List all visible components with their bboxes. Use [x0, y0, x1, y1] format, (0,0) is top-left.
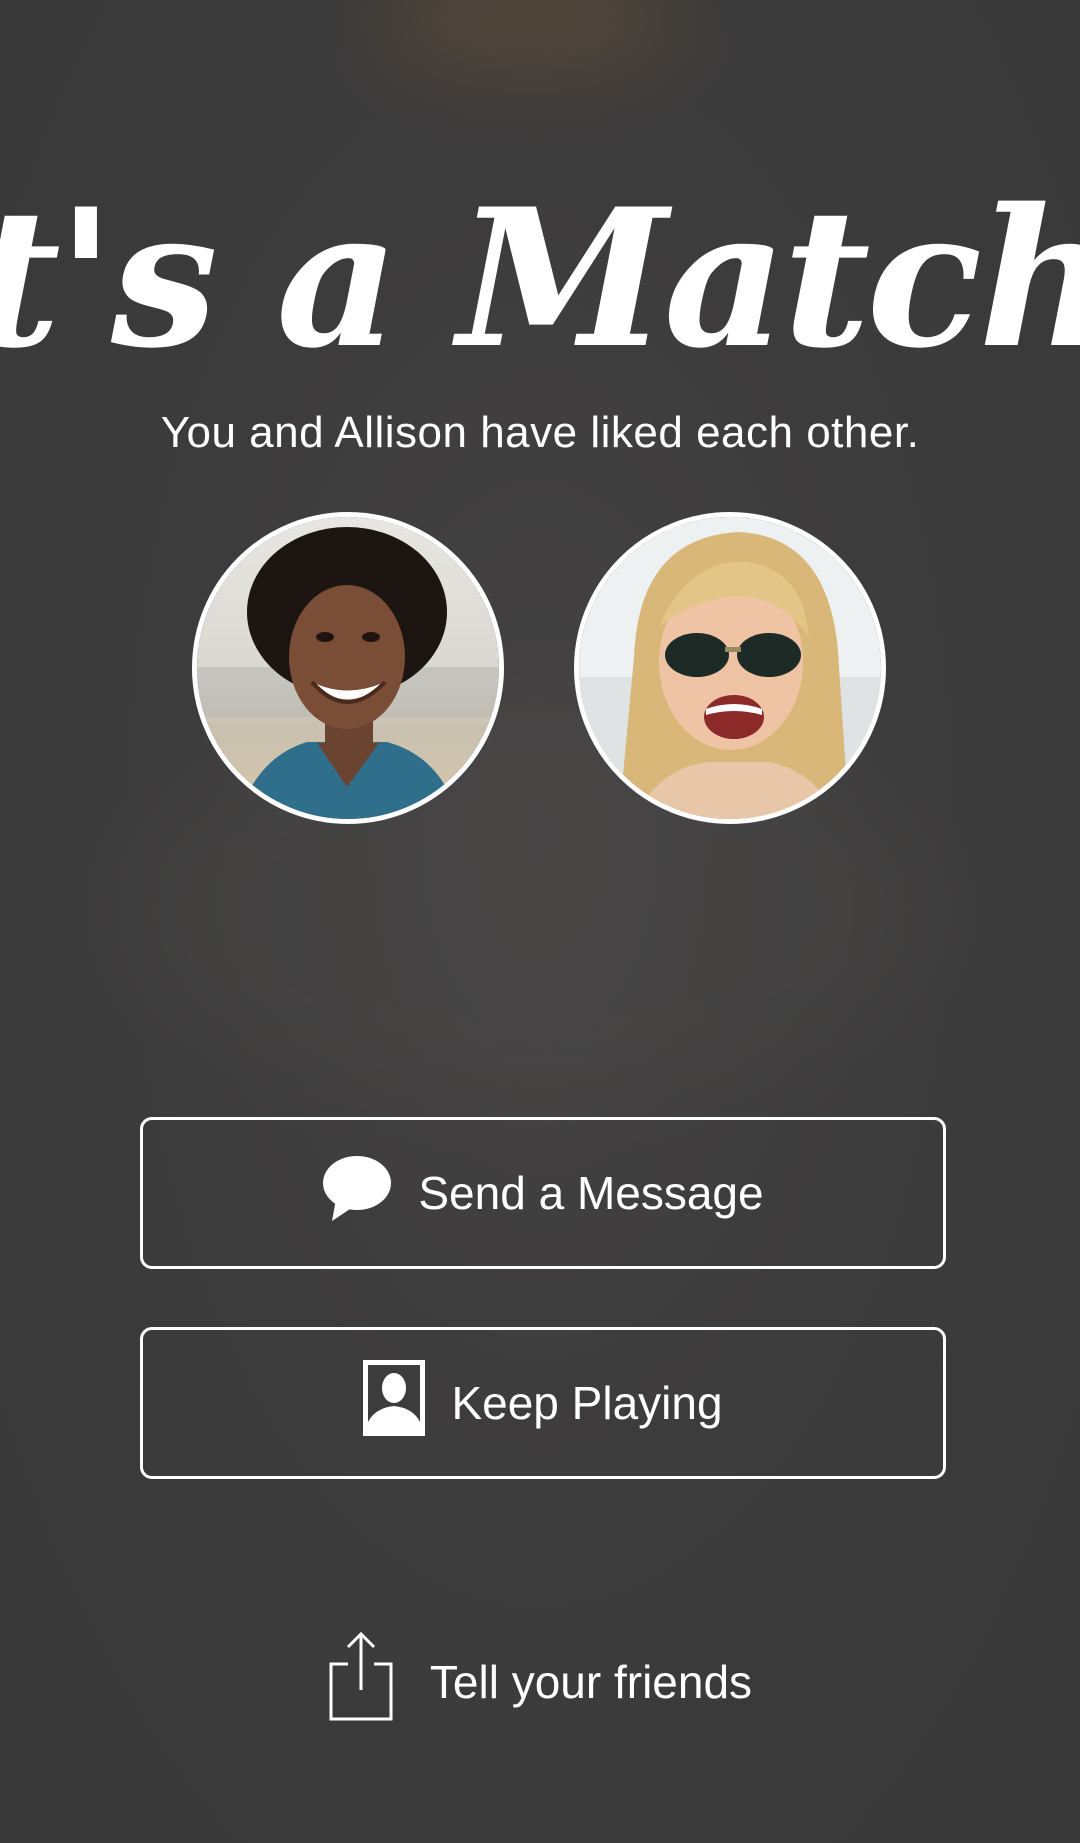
profile-photo-woman [579, 517, 881, 819]
send-message-button[interactable]: Send a Message [140, 1117, 946, 1269]
profile-photo-man [197, 517, 499, 819]
keep-playing-label: Keep Playing [451, 1377, 723, 1429]
tell-friends-button[interactable]: Tell your friends [0, 1630, 1080, 1733]
match-title: It's a Match! [0, 167, 1080, 390]
match-screen: It's a Match! You and Allison have liked… [0, 0, 1080, 1843]
tell-friends-label: Tell your friends [429, 1655, 753, 1708]
match-title-text: It's a Match! [0, 167, 1080, 390]
user-avatar [192, 512, 504, 824]
speech-bubble-icon [322, 1155, 392, 1232]
match-subtitle: You and Allison have liked each other. [160, 408, 920, 457]
match-avatar [574, 512, 886, 824]
share-icon [328, 1630, 394, 1733]
person-silhouette-icon [363, 1359, 426, 1447]
keep-playing-button[interactable]: Keep Playing [140, 1327, 946, 1479]
send-message-label: Send a Message [418, 1167, 764, 1219]
